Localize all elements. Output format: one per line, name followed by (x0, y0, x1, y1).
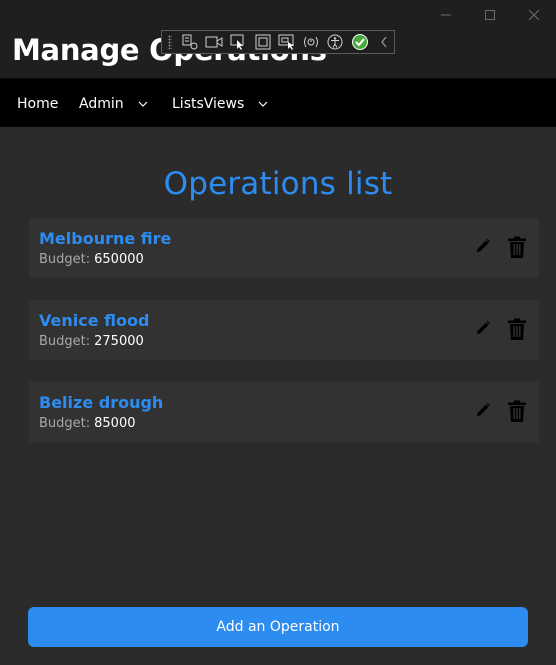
page-title: Operations list (163, 166, 393, 202)
chevron-down-icon (138, 99, 148, 109)
budget-value: 275000 (94, 334, 144, 349)
nav-admin-label: Admin (79, 96, 124, 112)
nav-admin-dropdown[interactable]: Admin (79, 96, 148, 112)
operation-card: Venice flood Budget: 275000 (29, 300, 539, 360)
delete-icon[interactable] (508, 400, 526, 422)
operation-budget: Budget: 275000 (39, 334, 144, 349)
maximize-button[interactable] (468, 0, 512, 30)
minimize-icon (441, 14, 451, 16)
delete-icon[interactable] (508, 318, 526, 340)
minimize-button[interactable] (424, 0, 468, 30)
edit-icon[interactable] (475, 402, 491, 418)
display-layout-adorners-icon[interactable] (252, 33, 272, 51)
operation-budget: Budget: 85000 (39, 416, 136, 431)
operation-budget: Budget: 650000 (39, 252, 144, 267)
nav-home[interactable]: Home (17, 96, 58, 112)
budget-value: 650000 (94, 252, 144, 267)
record-icon[interactable] (204, 33, 224, 51)
nav-listsviews-dropdown[interactable]: ListsViews (172, 96, 268, 112)
operation-name: Venice flood (39, 311, 150, 330)
xaml-debug-toolbar (161, 30, 395, 54)
operation-card: Belize drough Budget: 85000 (29, 382, 539, 442)
check-icon[interactable] (349, 33, 369, 51)
track-focus-icon[interactable] (277, 33, 297, 51)
accessibility-icon[interactable] (325, 33, 345, 51)
delete-icon[interactable] (508, 236, 526, 258)
budget-label: Budget: (39, 416, 91, 431)
budget-value: 85000 (94, 416, 136, 431)
collapse-chevron-icon[interactable] (374, 33, 394, 51)
nav-bar: Home Admin ListsViews (0, 79, 556, 127)
chevron-down-icon (258, 99, 268, 109)
budget-label: Budget: (39, 334, 91, 349)
binding-failures-icon[interactable] (301, 33, 321, 51)
nav-home-label: Home (17, 96, 59, 112)
operation-name: Belize drough (39, 393, 164, 412)
close-button[interactable] (512, 0, 556, 30)
edit-icon[interactable] (475, 238, 491, 254)
add-operation-button[interactable]: Add an Operation (28, 607, 528, 647)
toolbar-grip[interactable] (168, 35, 172, 49)
window-controls (424, 0, 556, 30)
select-element-icon[interactable] (228, 33, 248, 51)
app-window: Manage Operations (0, 0, 556, 665)
operation-card: Melbourne fire Budget: 650000 (29, 218, 539, 278)
maximize-icon (485, 10, 495, 20)
close-icon (529, 10, 539, 20)
budget-label: Budget: (39, 252, 91, 267)
nav-listsviews-label: ListsViews (172, 96, 245, 112)
operation-name: Melbourne fire (39, 229, 172, 248)
live-visual-tree-icon[interactable] (180, 33, 200, 51)
edit-icon[interactable] (475, 320, 491, 336)
